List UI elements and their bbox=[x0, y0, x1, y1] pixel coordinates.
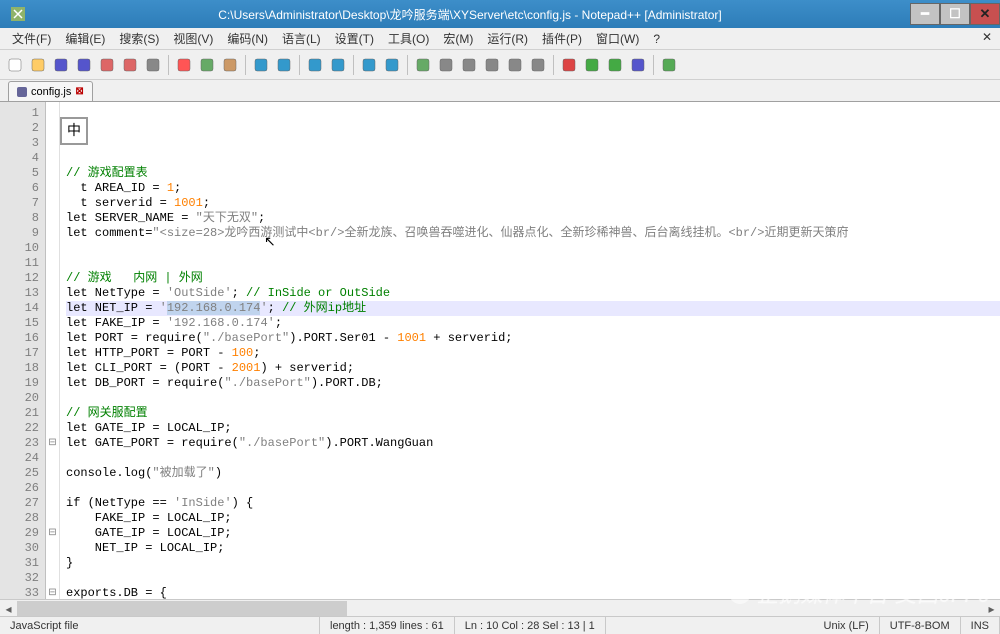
app-icon bbox=[6, 5, 30, 23]
code-line[interactable]: let comment="<size=28>龙吟西游测试中<br/>全新龙族、召… bbox=[66, 226, 1000, 241]
code-line[interactable]: FAKE_IP = LOCAL_IP; bbox=[66, 511, 1000, 526]
tab-close-icon[interactable]: ⊠ bbox=[75, 86, 83, 97]
status-bar: JavaScript file length : 1,359 lines : 6… bbox=[0, 616, 1000, 634]
tab-label: config.js bbox=[31, 86, 71, 98]
status-position: Ln : 10 Col : 28 Sel : 13 | 1 bbox=[455, 617, 606, 634]
macro-save-icon[interactable] bbox=[627, 54, 649, 76]
macro-replay-icon[interactable] bbox=[604, 54, 626, 76]
status-eol[interactable]: Unix (LF) bbox=[814, 617, 880, 634]
menu-e[interactable]: 编辑(E) bbox=[59, 28, 111, 49]
menu-n[interactable]: 编码(N) bbox=[221, 28, 274, 49]
code-line[interactable]: let GATE_IP = LOCAL_IP; bbox=[66, 421, 1000, 436]
cut-icon[interactable] bbox=[173, 54, 195, 76]
menu-r[interactable]: 运行(R) bbox=[481, 28, 534, 49]
code-line[interactable] bbox=[66, 451, 1000, 466]
menu-l[interactable]: 语言(L) bbox=[276, 28, 327, 49]
window-title: C:\Users\Administrator\Desktop\龙吟服务端\XYS… bbox=[30, 6, 910, 23]
lang-icon[interactable] bbox=[504, 54, 526, 76]
code-line[interactable]: let SERVER_NAME = "天下无双"; bbox=[66, 211, 1000, 226]
minimize-button[interactable]: ━ bbox=[910, 3, 940, 25]
code-line[interactable]: // 网关服配置 bbox=[66, 406, 1000, 421]
code-line[interactable]: t AREA_ID = 1; bbox=[66, 181, 1000, 196]
code-line[interactable]: // 游戏配置表 bbox=[66, 166, 1000, 181]
save-all-icon[interactable] bbox=[73, 54, 95, 76]
ime-indicator: 中 bbox=[60, 117, 88, 145]
status-insert-mode[interactable]: INS bbox=[961, 617, 1000, 634]
paste-icon[interactable] bbox=[219, 54, 241, 76]
code-line[interactable]: t serverid = 1001; bbox=[66, 196, 1000, 211]
close-doc-icon[interactable]: ✕ bbox=[982, 30, 992, 44]
eol-icon[interactable] bbox=[527, 54, 549, 76]
menu-p[interactable]: 插件(P) bbox=[536, 28, 588, 49]
new-icon[interactable] bbox=[4, 54, 26, 76]
redo-icon[interactable] bbox=[273, 54, 295, 76]
wrap-icon[interactable] bbox=[435, 54, 457, 76]
title-bar: C:\Users\Administrator\Desktop\龙吟服务端\XYS… bbox=[0, 0, 1000, 28]
menu-[interactable]: ? bbox=[647, 30, 666, 48]
maximize-button[interactable]: ☐ bbox=[940, 3, 970, 25]
code-line[interactable]: if (NetType == 'InSide') { bbox=[66, 496, 1000, 511]
undo-icon[interactable] bbox=[250, 54, 272, 76]
code-line[interactable]: let CLI_PORT = (PORT - 2001) + serverid; bbox=[66, 361, 1000, 376]
close-icon[interactable] bbox=[96, 54, 118, 76]
code-line[interactable]: GATE_IP = LOCAL_IP; bbox=[66, 526, 1000, 541]
status-language: JavaScript file bbox=[0, 617, 320, 634]
macro-rec-icon[interactable] bbox=[558, 54, 580, 76]
editor[interactable]: 1234567891011121314151617181920212223242… bbox=[0, 102, 1000, 599]
menu-t[interactable]: 设置(T) bbox=[329, 28, 380, 49]
code-line[interactable]: let NetType = 'OutSide'; // InSide or Ou… bbox=[66, 286, 1000, 301]
status-encoding[interactable]: UTF-8-BOM bbox=[880, 617, 961, 634]
menu-v[interactable]: 视图(V) bbox=[167, 28, 219, 49]
code-line[interactable]: console.log("被加载了") bbox=[66, 466, 1000, 481]
close-button[interactable]: ✕ bbox=[970, 3, 1000, 25]
menu-m[interactable]: 宏(M) bbox=[437, 28, 479, 49]
tab-bar: config.js ⊠ bbox=[0, 80, 1000, 102]
code-line[interactable]: NET_IP = LOCAL_IP; bbox=[66, 541, 1000, 556]
print-icon[interactable] bbox=[142, 54, 164, 76]
open-icon[interactable] bbox=[27, 54, 49, 76]
penguin-icon bbox=[729, 582, 751, 604]
code-line[interactable]: let GATE_PORT = require("./basePort").PO… bbox=[66, 436, 1000, 451]
sync-icon[interactable] bbox=[412, 54, 434, 76]
line-number-gutter: 1234567891011121314151617181920212223242… bbox=[0, 102, 46, 599]
copy-icon[interactable] bbox=[196, 54, 218, 76]
menu-w[interactable]: 窗口(W) bbox=[590, 28, 645, 49]
monitor-icon[interactable] bbox=[658, 54, 680, 76]
zoom-in-icon[interactable] bbox=[358, 54, 380, 76]
code-area[interactable]: 中 ↖ // 游戏配置表 t AREA_ID = 1; t serverid =… bbox=[60, 102, 1000, 599]
macro-play-icon[interactable] bbox=[581, 54, 603, 76]
code-line[interactable]: // 游戏 内网 | 外网 bbox=[66, 271, 1000, 286]
find-icon[interactable] bbox=[304, 54, 326, 76]
menu-s[interactable]: 搜索(S) bbox=[113, 28, 165, 49]
zoom-out-icon[interactable] bbox=[381, 54, 403, 76]
indent-icon[interactable] bbox=[481, 54, 503, 76]
file-icon bbox=[17, 87, 27, 97]
replace-icon[interactable] bbox=[327, 54, 349, 76]
file-tab[interactable]: config.js ⊠ bbox=[8, 81, 93, 101]
scrollbar-thumb[interactable] bbox=[17, 601, 347, 616]
code-line[interactable]: let FAKE_IP = '192.168.0.174'; bbox=[66, 316, 1000, 331]
ws-icon[interactable] bbox=[458, 54, 480, 76]
status-length: length : 1,359 lines : 61 bbox=[320, 617, 455, 634]
fold-column[interactable]: ⊟⊟⊟ bbox=[46, 102, 60, 599]
menu-f[interactable]: 文件(F) bbox=[6, 28, 57, 49]
watermark: 企鹅媒体平台 艾西0FF0 bbox=[729, 577, 990, 609]
code-line[interactable]: let PORT = require("./basePort").PORT.Se… bbox=[66, 331, 1000, 346]
code-line[interactable]: let HTTP_PORT = PORT - 100; bbox=[66, 346, 1000, 361]
code-line[interactable]: let DB_PORT = require("./basePort").PORT… bbox=[66, 376, 1000, 391]
menu-bar: 文件(F)编辑(E)搜索(S)视图(V)编码(N)语言(L)设置(T)工具(O)… bbox=[0, 28, 1000, 50]
close-all-icon[interactable] bbox=[119, 54, 141, 76]
save-icon[interactable] bbox=[50, 54, 72, 76]
code-line[interactable]: let NET_IP = '192.168.0.174'; // 外网ip地址 bbox=[66, 301, 1000, 316]
scroll-left-icon[interactable]: ◂ bbox=[0, 600, 17, 617]
code-line[interactable] bbox=[66, 256, 1000, 271]
code-line[interactable] bbox=[66, 481, 1000, 496]
code-line[interactable]: } bbox=[66, 556, 1000, 571]
toolbar bbox=[0, 50, 1000, 80]
menu-o[interactable]: 工具(O) bbox=[382, 28, 435, 49]
code-line[interactable] bbox=[66, 391, 1000, 406]
code-line[interactable] bbox=[66, 241, 1000, 256]
